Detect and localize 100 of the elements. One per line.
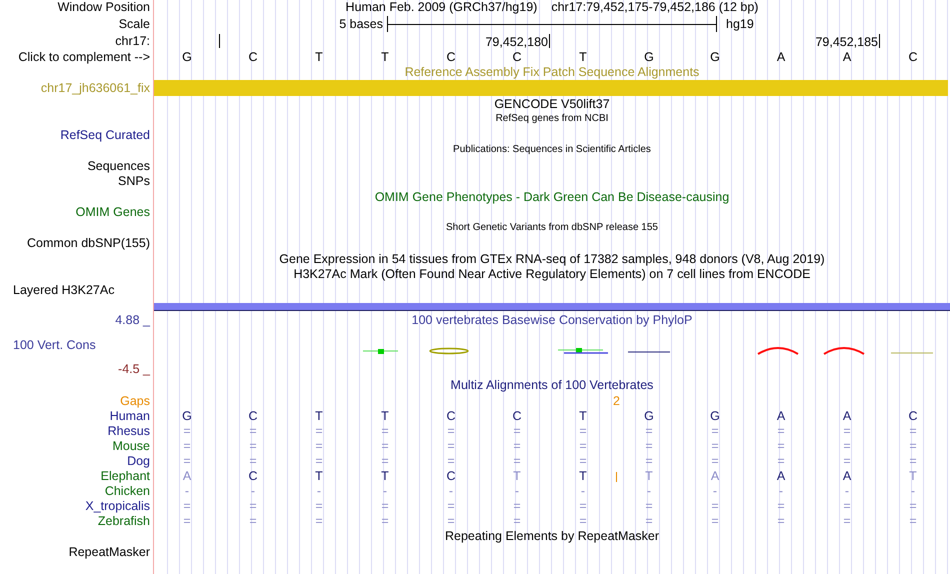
base-letter[interactable]: G [182, 50, 192, 64]
track-label[interactable]: SNPs [118, 175, 150, 188]
alignment-base: A [776, 470, 786, 482]
row-label[interactable]: Click to complement --> [18, 50, 150, 64]
alignment-base: A [710, 470, 720, 482]
alignment-base: - [514, 484, 520, 498]
alignment-base: C [248, 470, 258, 482]
row-label: chr17: [115, 34, 150, 48]
track-label[interactable]: RepeatMasker [68, 546, 150, 558]
alignment-base: A [182, 470, 192, 482]
track-label[interactable]: Common dbSNP(155) [27, 237, 150, 250]
alignment-base: = [447, 514, 455, 528]
alignment-base: = [249, 454, 257, 468]
ruler-tick [549, 34, 550, 48]
alignment-base: - [250, 484, 256, 498]
species-name[interactable]: Dog [127, 454, 150, 468]
alignment-base: = [645, 454, 653, 468]
alignment-base: = [909, 424, 917, 438]
alignment-base: = [183, 454, 191, 468]
track-label[interactable]: OMIM Genes [76, 206, 150, 218]
alignment-base: = [909, 440, 917, 452]
position-range: chr17:79,452,175-79,452,186 (12 bp) [551, 1, 758, 14]
alignment-base: C [908, 410, 918, 422]
alignment-base: = [645, 440, 653, 452]
alignment-base: = [513, 440, 521, 452]
alignment-base: = [843, 500, 851, 512]
base-letter[interactable]: C [512, 50, 522, 64]
alignment-base: = [777, 514, 785, 528]
track-title: Reference Assembly Fix Patch Sequence Alignments [404, 66, 700, 79]
assembly-label: hg19 [726, 18, 754, 30]
species-name[interactable]: Elephant [100, 470, 150, 482]
alignment-base: T [579, 410, 587, 422]
track-title: Short Genetic Variants from dbSNP release 155 [446, 222, 658, 233]
track-title: Multiz Alignments of 100 Vertebrates [450, 379, 654, 392]
alignment-base: = [711, 440, 719, 452]
base-letter[interactable]: C [908, 50, 918, 64]
alignment-base: = [711, 500, 719, 512]
track-label[interactable]: Sequences [87, 160, 150, 172]
species-name[interactable]: Human [110, 410, 150, 422]
alignment-base: = [447, 440, 455, 452]
base-letter[interactable]: T [381, 50, 389, 64]
species-name[interactable]: X_tropicalis [85, 500, 150, 512]
alignment-base: = [711, 514, 719, 528]
ruler-tick [219, 34, 220, 48]
base-letter[interactable]: C [446, 50, 456, 64]
track-title: Publications: Sequences in Scientific Articles [453, 145, 651, 156]
alignment-base: C [446, 470, 456, 482]
alignment-base: = [381, 514, 389, 528]
alignment-base: G [710, 410, 720, 422]
alignment-base: = [579, 500, 587, 512]
alignment-base: G [182, 410, 192, 422]
alignment-base: = [249, 514, 257, 528]
alignment-base: - [382, 484, 388, 498]
alignment-base: = [579, 514, 587, 528]
alignment-base: = [315, 454, 323, 468]
alignment-base: C [248, 410, 258, 422]
base-letter[interactable]: T [579, 50, 587, 64]
alignment-base: = [579, 454, 587, 468]
base-letter[interactable]: G [644, 50, 654, 64]
base-letter[interactable]: G [710, 50, 720, 64]
species-name[interactable]: Zebrafish [98, 514, 150, 528]
alignment-base: = [381, 424, 389, 438]
track-title: Gene Expression in 54 tissues from GTEx RNA-seq of 17382 samples, 948 donors (V8, Aug 2019) [279, 252, 825, 265]
alignment-base: - [580, 484, 586, 498]
alignment-base: - [712, 484, 718, 498]
alignment-base: - [184, 484, 190, 498]
alignment-base: = [183, 424, 191, 438]
alignment-base: = [183, 440, 191, 452]
track-label[interactable]: Layered H3K27Ac [13, 284, 114, 296]
alignment-base: = [843, 454, 851, 468]
axis-max-label: 4.88 _ [115, 314, 150, 327]
alignment-base: = [381, 440, 389, 452]
track-title: OMIM Gene Phenotypes - Dark Green Can Be Disease-causing [374, 190, 730, 203]
alignment-base: = [843, 440, 851, 452]
alignment-base: - [910, 484, 916, 498]
alignment-base: T [315, 410, 323, 422]
alignment-base: = [249, 500, 257, 512]
base-letter[interactable]: A [776, 50, 786, 64]
species-name[interactable]: Chicken [104, 484, 150, 498]
species-name[interactable]: Mouse [112, 440, 150, 452]
row-label: Scale [118, 18, 150, 30]
alignment-base: = [645, 500, 653, 512]
track-title: Repeating Elements by RepeatMasker [444, 530, 659, 542]
track-title: 100 vertebrates Basewise Conservation by PhyloP [412, 314, 692, 327]
alignment-base: = [777, 500, 785, 512]
alignment-base: = [315, 424, 323, 438]
ruler-tick [879, 34, 880, 48]
alignment-base: = [513, 424, 521, 438]
alignment-base: C [512, 410, 522, 422]
species-name[interactable]: Rhesus [108, 424, 150, 438]
base-letter[interactable]: A [842, 50, 852, 64]
alignment-base: = [777, 424, 785, 438]
assembly-name: Human Feb. 2009 (GRCh37/hg19) [346, 1, 538, 14]
track-label[interactable]: RefSeq Curated [60, 128, 150, 141]
axis-min-label: -4.5 _ [118, 363, 150, 376]
track-label[interactable]: 100 Vert. Cons [13, 339, 96, 352]
alignment-base: = [711, 454, 719, 468]
alignment-base: = [315, 514, 323, 528]
base-letter[interactable]: T [315, 50, 323, 64]
base-letter[interactable]: C [248, 50, 258, 64]
